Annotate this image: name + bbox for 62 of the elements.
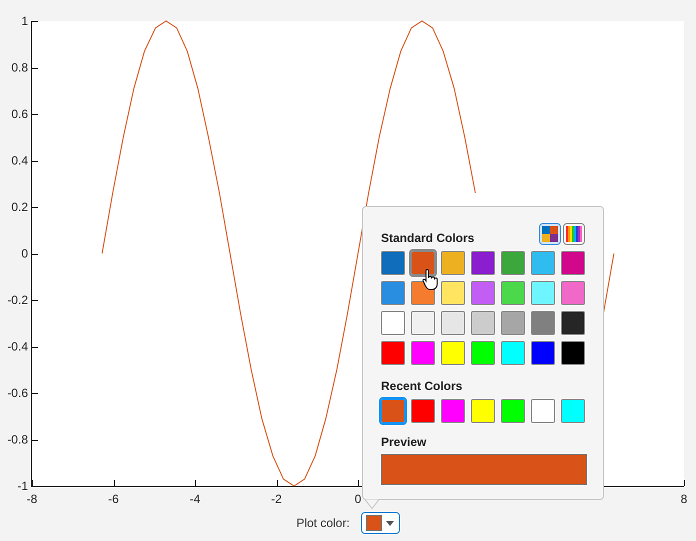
- color-swatch[interactable]: [501, 399, 525, 423]
- x-tick-label: -4: [190, 492, 200, 505]
- section-title: Standard Colors: [381, 231, 474, 245]
- color-swatch[interactable]: [441, 341, 465, 365]
- color-swatch[interactable]: [501, 281, 525, 305]
- x-tick-label: -8: [26, 492, 38, 505]
- color-swatch[interactable]: [561, 281, 585, 305]
- y-tick-label: 0.8: [11, 60, 28, 74]
- color-swatch[interactable]: [381, 281, 405, 305]
- color-swatch[interactable]: [441, 399, 465, 423]
- color-swatch[interactable]: [531, 281, 555, 305]
- y-tick-label: -0.4: [7, 340, 28, 354]
- x-tick-label: 8: [680, 492, 688, 505]
- color-swatch[interactable]: [411, 311, 435, 335]
- y-tick-label: 1: [21, 14, 28, 28]
- hand-cursor-icon: [422, 268, 439, 290]
- color-swatch[interactable]: [411, 251, 435, 275]
- y-tick-label: -0.6: [7, 386, 28, 400]
- color-swatch[interactable]: [381, 341, 405, 365]
- y-tick-label: 0: [21, 246, 28, 260]
- color-swatch[interactable]: [471, 311, 495, 335]
- color-swatch[interactable]: [411, 399, 435, 423]
- color-swatch[interactable]: [411, 341, 435, 365]
- color-swatch[interactable]: [381, 399, 405, 423]
- spectrum-icon: [566, 226, 582, 242]
- section-title: Preview: [381, 435, 428, 449]
- color-swatch[interactable]: [561, 251, 585, 275]
- color-swatch[interactable]: [561, 399, 585, 423]
- color-swatch[interactable]: [441, 251, 465, 275]
- color-swatch[interactable]: [561, 311, 585, 335]
- color-swatch[interactable]: [381, 311, 405, 335]
- spectrum-mode-button[interactable]: [563, 223, 585, 245]
- swatches-mode-button[interactable]: [539, 223, 561, 245]
- swatch-grid-icon: [542, 226, 558, 242]
- color-swatch[interactable]: [501, 311, 525, 335]
- y-tick-label: 0.6: [11, 107, 28, 121]
- y-tick-label: -0.8: [7, 432, 28, 446]
- color-swatch[interactable]: [381, 251, 405, 275]
- y-tick-label: 0.2: [11, 200, 28, 214]
- y-tick-label: -0.2: [7, 293, 28, 307]
- color-swatch[interactable]: [531, 341, 555, 365]
- color-swatch[interactable]: [531, 399, 555, 423]
- x-tick-label: -2: [271, 492, 282, 505]
- y-tick-label: 0.4: [11, 154, 28, 168]
- color-swatch[interactable]: [471, 341, 495, 365]
- color-swatch[interactable]: [471, 251, 495, 275]
- caret-icon: [386, 520, 394, 526]
- color-dropdown-button[interactable]: [360, 512, 400, 534]
- color-swatch[interactable]: [501, 251, 525, 275]
- x-tick-label: -6: [108, 492, 119, 505]
- color-swatch[interactable]: [471, 399, 495, 423]
- color-swatch[interactable]: [531, 251, 555, 275]
- color-swatch[interactable]: [531, 311, 555, 335]
- section-title: Recent Colors: [381, 379, 464, 393]
- x-tick-label: 0: [354, 492, 362, 505]
- y-tick-label: -1: [17, 479, 28, 493]
- plot-color-label: Plot color:: [296, 516, 350, 530]
- color-swatch[interactable]: [441, 311, 465, 335]
- color-swatch[interactable]: [501, 341, 525, 365]
- color-swatch[interactable]: [561, 341, 585, 365]
- color-swatch[interactable]: [471, 281, 495, 305]
- color-swatch[interactable]: [441, 281, 465, 305]
